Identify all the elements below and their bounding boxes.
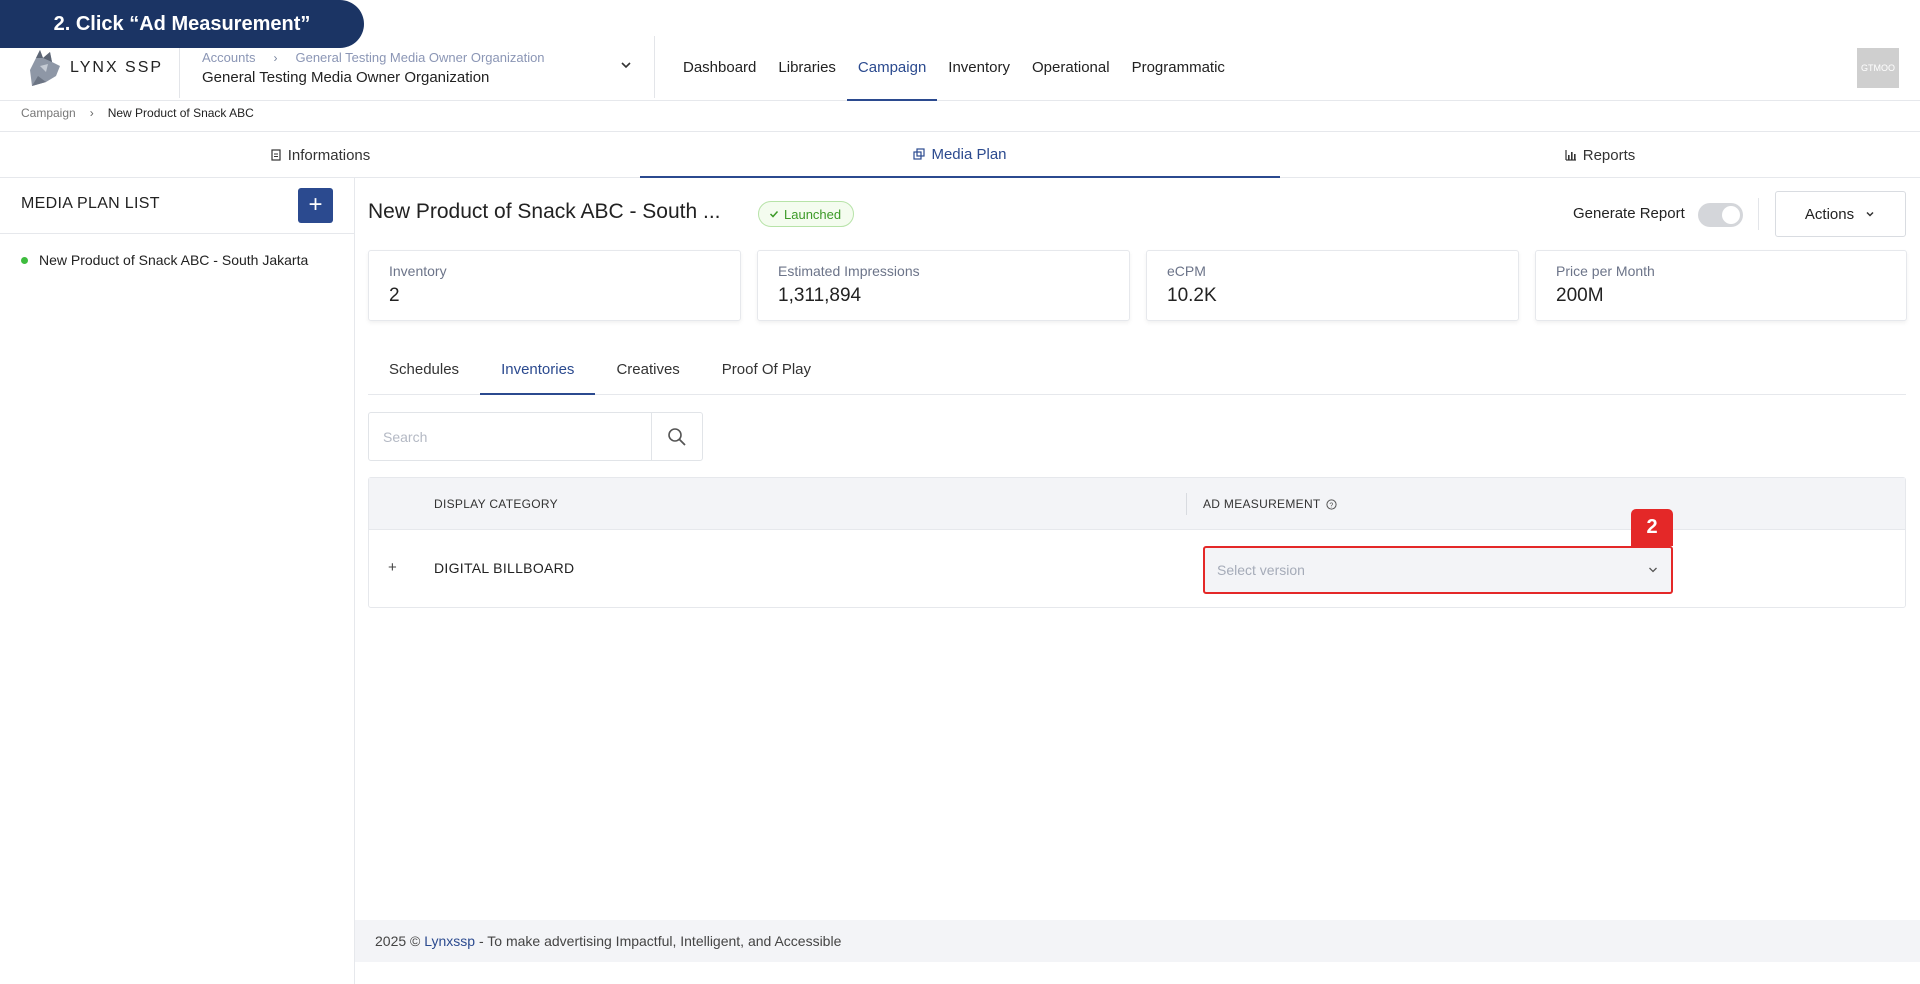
org-breadcrumb: Accounts › General Testing Media Owner O…	[202, 50, 545, 65]
org-name: General Testing Media Owner Organization	[202, 69, 490, 86]
stat-label: eCPM	[1167, 263, 1206, 279]
nav-inventory[interactable]: Inventory	[937, 36, 1021, 101]
status-dot	[21, 256, 28, 264]
org-crumb-accounts[interactable]: Accounts	[202, 50, 255, 65]
tab-schedules[interactable]: Schedules	[368, 350, 480, 395]
logo[interactable]: LYNX SSP	[26, 48, 163, 88]
media-plan-label: New Product of Snack ABC - South Jakarta	[39, 252, 309, 268]
nav-dashboard[interactable]: Dashboard	[672, 36, 767, 101]
media-plan-sidebar: MEDIA PLAN LIST + New Product of Snack A…	[0, 178, 355, 984]
footer-brand-link[interactable]: Lynxssp	[424, 933, 475, 949]
tab-inventories[interactable]: Inventories	[480, 350, 596, 395]
status-badge: Launched	[758, 201, 855, 227]
stat-card-estimated-impressions: Estimated Impressions 1,311,894	[757, 250, 1130, 321]
search-icon	[668, 427, 686, 446]
add-media-plan-button[interactable]: +	[298, 188, 333, 223]
chevron-down-icon	[1649, 567, 1657, 573]
svg-text:?: ?	[1329, 502, 1333, 509]
step-instruction-callout: 2. Click “Ad Measurement”	[0, 0, 364, 48]
tab-creatives[interactable]: Creatives	[595, 350, 700, 395]
step-number-badge: 2	[1631, 509, 1673, 546]
expand-row-button[interactable]: +	[388, 559, 397, 576]
column-header-label: DISPLAY CATEGORY	[434, 497, 558, 511]
logo-text: LYNX SSP	[70, 59, 164, 76]
search-button[interactable]	[651, 413, 702, 460]
column-header-display-category: DISPLAY CATEGORY	[434, 497, 558, 511]
avatar[interactable]: GTMOO	[1857, 48, 1899, 88]
chevron-right-icon: ›	[273, 50, 278, 65]
lynx-logo-icon	[30, 50, 60, 86]
search-input[interactable]	[369, 413, 651, 460]
chevron-down-icon[interactable]	[619, 58, 633, 72]
generate-report-label: Generate Report	[1573, 205, 1685, 222]
tab-informations[interactable]: Informations	[0, 132, 640, 178]
nav-programmatic[interactable]: Programmatic	[1121, 36, 1236, 101]
main-nav: Dashboard Libraries Campaign Inventory O…	[672, 36, 1236, 101]
stat-label: Inventory	[389, 263, 447, 279]
stat-value: 200M	[1556, 285, 1604, 306]
stat-value: 2	[389, 285, 400, 306]
media-plan-tabs: Schedules Inventories Creatives Proof Of…	[368, 350, 1906, 395]
actions-button[interactable]: Actions	[1775, 191, 1906, 237]
help-circle-icon[interactable]: ?	[1325, 498, 1337, 510]
breadcrumb-current: New Product of Snack ABC	[107, 106, 254, 120]
tab-media-plan[interactable]: Media Plan	[640, 132, 1280, 178]
chevron-down-icon	[1866, 211, 1874, 217]
actions-label: Actions	[1804, 205, 1855, 223]
breadcrumb: Campaign › New Product of Snack ABC	[21, 106, 254, 120]
bar-chart-icon	[1565, 150, 1576, 161]
stat-card-ecpm: eCPM 10.2K	[1146, 250, 1519, 321]
tab-label: Media Plan	[931, 145, 1007, 163]
page-title: New Product of Snack ABC - South ...	[368, 200, 721, 223]
select-placeholder: Select version	[1217, 562, 1305, 578]
footer: 2025 © Lynxssp - To make advertising Imp…	[355, 920, 1920, 962]
sidebar-title: MEDIA PLAN LIST	[21, 195, 160, 212]
footer-prefix: 2025 ©	[375, 933, 425, 949]
document-icon	[271, 149, 281, 161]
nav-libraries[interactable]: Libraries	[767, 36, 847, 101]
stat-label: Estimated Impressions	[778, 263, 920, 279]
tab-label: Informations	[287, 146, 371, 164]
table-row: + DIGITAL BILLBOARD Select version	[369, 530, 1905, 607]
media-plan-list-item[interactable]: New Product of Snack ABC - South Jakarta	[21, 252, 308, 268]
footer-tagline: - To make advertising Impactful, Intelli…	[475, 933, 842, 949]
column-header-label: AD MEASUREMENT	[1203, 497, 1321, 511]
nav-operational[interactable]: Operational	[1021, 36, 1121, 101]
chevron-right-icon: ›	[89, 106, 94, 120]
stat-value: 1,311,894	[778, 285, 862, 306]
org-switcher[interactable]: Accounts › General Testing Media Owner O…	[202, 50, 545, 86]
toggle-knob	[1722, 206, 1740, 224]
tab-label: Reports	[1582, 146, 1636, 164]
divider	[0, 233, 354, 234]
display-category-cell: DIGITAL BILLBOARD	[434, 560, 575, 576]
status-label: Launched	[784, 206, 842, 222]
header-divider	[654, 36, 655, 98]
tab-reports[interactable]: Reports	[1280, 132, 1920, 178]
column-divider	[1186, 493, 1187, 515]
stat-card-price-per-month: Price per Month 200M	[1535, 250, 1907, 321]
divider	[1758, 198, 1759, 230]
stat-card-inventory: Inventory 2	[368, 250, 741, 321]
org-crumb-organization[interactable]: General Testing Media Owner Organization	[295, 50, 544, 65]
check-icon	[769, 210, 779, 218]
nav-campaign[interactable]: Campaign	[846, 36, 938, 101]
ad-measurement-select[interactable]: Select version	[1203, 546, 1673, 594]
copy-icon	[913, 148, 926, 160]
search-box	[368, 412, 703, 461]
generate-report-toggle[interactable]	[1698, 203, 1743, 227]
stat-label: Price per Month	[1556, 263, 1655, 279]
inventories-table: DISPLAY CATEGORY AD MEASUREMENT ? + DIGI…	[368, 477, 1906, 608]
tab-proof-of-play[interactable]: Proof Of Play	[701, 350, 832, 395]
table-header: DISPLAY CATEGORY AD MEASUREMENT ?	[369, 478, 1905, 530]
media-plan-detail: New Product of Snack ABC - South ... Lau…	[355, 178, 1920, 984]
breadcrumb-campaign[interactable]: Campaign	[21, 106, 76, 120]
column-header-ad-measurement[interactable]: AD MEASUREMENT ?	[1203, 497, 1337, 511]
campaign-tabs: Informations Media Plan Reports	[0, 132, 1920, 178]
stat-value: 10.2K	[1167, 285, 1217, 306]
stats-row: Inventory 2 Estimated Impressions 1,311,…	[368, 250, 1907, 321]
